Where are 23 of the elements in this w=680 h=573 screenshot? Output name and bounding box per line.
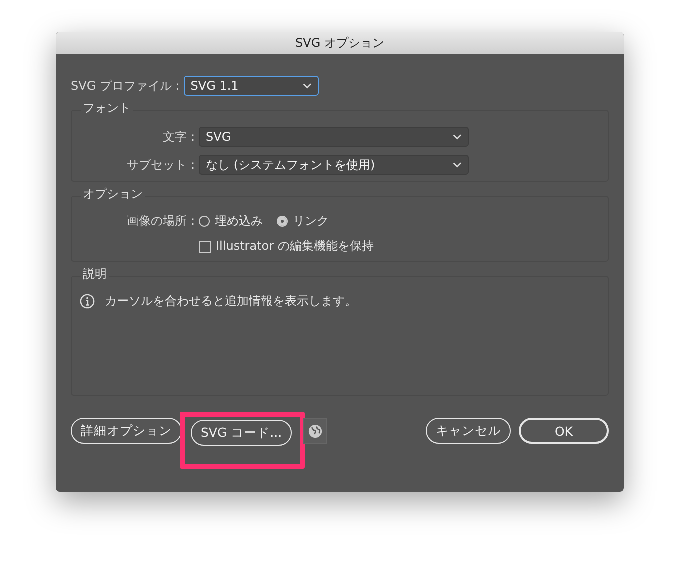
dropdown[interactable]: SVG: [199, 127, 469, 147]
field-label: SVG プロファイル :: [71, 78, 180, 94]
dropdown[interactable]: なし (システムフォントを使用): [199, 155, 469, 175]
checkbox-option[interactable]: Illustrator の編集機能を保持: [199, 238, 374, 255]
globe-button[interactable]: [303, 418, 328, 444]
radio-option[interactable]: 埋め込み: [199, 213, 263, 230]
profile-dropdown[interactable]: SVG 1.1: [184, 76, 319, 96]
description-text: カーソルを合わせると追加情報を表示します。: [105, 293, 357, 310]
dialog-button[interactable]: 詳細オプション: [71, 418, 182, 444]
chevron-icon: [453, 162, 462, 168]
dialog-button[interactable]: キャンセル: [426, 418, 511, 444]
globe-icon: [308, 424, 323, 438]
field-label: サブセット :: [126, 156, 195, 174]
chevron-icon: [453, 134, 462, 140]
radio-option[interactable]: リンク: [277, 213, 329, 230]
info-icon: [80, 294, 95, 309]
chevron-icon: [302, 83, 312, 89]
ok-button[interactable]: OK: [519, 418, 609, 444]
group-title: 説明: [81, 266, 109, 283]
field-label: 画像の場所 :: [126, 213, 195, 230]
field-label: 文字 :: [162, 128, 195, 146]
window-title: SVG オプション: [296, 34, 384, 52]
dialog-button[interactable]: SVG コード...: [191, 420, 292, 446]
